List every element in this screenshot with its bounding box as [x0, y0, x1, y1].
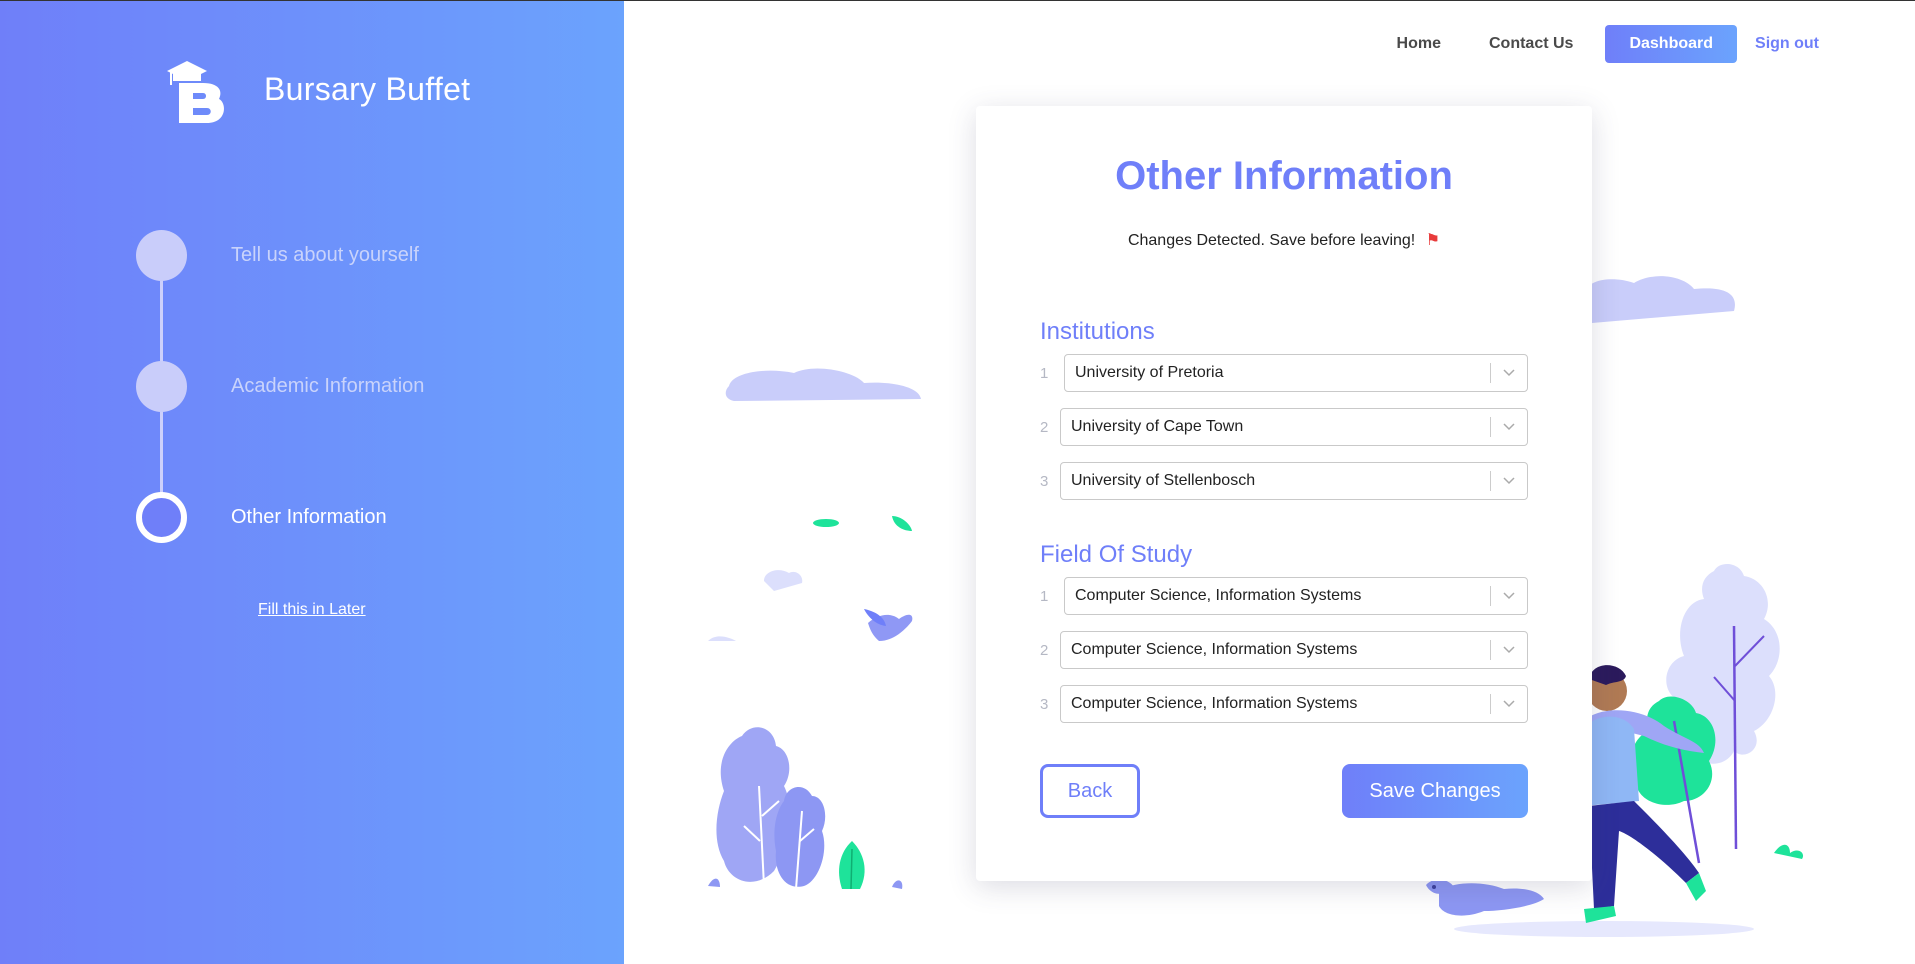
sidebar: Bursary Buffet Tell us about yourself Ac…: [0, 1, 624, 964]
select-value: Computer Science, Information Systems: [1071, 695, 1358, 712]
field-of-study-heading: Field Of Study: [1040, 541, 1193, 568]
logo-icon: [165, 53, 231, 125]
row-number: 3: [1040, 472, 1049, 490]
chevron-down-icon[interactable]: [1491, 699, 1527, 709]
field-of-study-select[interactable]: Computer Science, Information Systems: [1064, 577, 1528, 615]
nav-contact-link[interactable]: Contact Us: [1481, 25, 1581, 63]
institution-select[interactable]: University of Pretoria: [1064, 354, 1528, 392]
institution-row: 2 University of Cape Town: [1040, 408, 1528, 446]
chevron-down-icon[interactable]: [1491, 476, 1527, 486]
save-changes-button[interactable]: Save Changes: [1342, 764, 1528, 818]
field-row: 2 Computer Science, Information Systems: [1040, 631, 1528, 669]
row-number: 2: [1040, 641, 1049, 659]
step-dot: [136, 361, 187, 412]
row-number: 1: [1040, 364, 1049, 382]
chevron-down-icon[interactable]: [1491, 645, 1527, 655]
brand-name: Bursary Buffet: [264, 70, 471, 107]
select-value: Computer Science, Information Systems: [1075, 587, 1362, 604]
field-of-study-select[interactable]: Computer Science, Information Systems: [1060, 631, 1528, 669]
step-label: Academic Information: [231, 375, 425, 397]
nav-dashboard-button[interactable]: Dashboard: [1605, 25, 1738, 63]
institution-row: 3 University of Stellenbosch: [1040, 462, 1528, 500]
changes-notice: Changes Detected. Save before leaving! ⚑: [976, 230, 1592, 250]
row-number: 3: [1040, 695, 1049, 713]
top-nav: Home Contact Us Dashboard Sign out: [1357, 25, 1819, 63]
field-row: 3 Computer Science, Information Systems: [1040, 685, 1528, 723]
select-value: University of Pretoria: [1075, 364, 1224, 381]
step-label: Other Information: [231, 506, 387, 528]
step-other[interactable]: Other Information: [136, 492, 536, 543]
field-of-study-select[interactable]: Computer Science, Information Systems: [1060, 685, 1528, 723]
institution-row: 1 University of Pretoria: [1040, 354, 1528, 392]
brand[interactable]: Bursary Buffet: [165, 53, 470, 125]
step-academic[interactable]: Academic Information: [136, 361, 536, 412]
page-title: Other Information: [1115, 154, 1453, 198]
step-tell-us[interactable]: Tell us about yourself: [136, 230, 536, 281]
step-dot: [136, 230, 187, 281]
nav-home-link[interactable]: Home: [1389, 25, 1449, 63]
chevron-down-icon[interactable]: [1491, 591, 1527, 601]
step-label: Tell us about yourself: [231, 244, 419, 266]
institutions-heading: Institutions: [1040, 318, 1155, 345]
form-card: Other Information Changes Detected. Save…: [976, 106, 1592, 881]
nav-signout-link[interactable]: Sign out: [1755, 25, 1819, 63]
back-button[interactable]: Back: [1040, 764, 1140, 818]
field-row: 1 Computer Science, Information Systems: [1040, 577, 1528, 615]
step-dot-active: [136, 492, 187, 543]
select-value: University of Cape Town: [1071, 418, 1244, 435]
red-flag-icon: ⚑: [1425, 232, 1441, 249]
select-value: University of Stellenbosch: [1071, 472, 1256, 489]
institution-select[interactable]: University of Cape Town: [1060, 408, 1528, 446]
changes-notice-text: Changes Detected. Save before leaving!: [1127, 232, 1416, 249]
fill-later-link[interactable]: Fill this in Later: [258, 601, 366, 619]
chevron-down-icon[interactable]: [1491, 368, 1527, 378]
select-value: Computer Science, Information Systems: [1071, 641, 1358, 658]
row-number: 1: [1040, 587, 1049, 605]
institution-select[interactable]: University of Stellenbosch: [1060, 462, 1528, 500]
row-number: 2: [1040, 418, 1049, 436]
chevron-down-icon[interactable]: [1491, 422, 1527, 432]
